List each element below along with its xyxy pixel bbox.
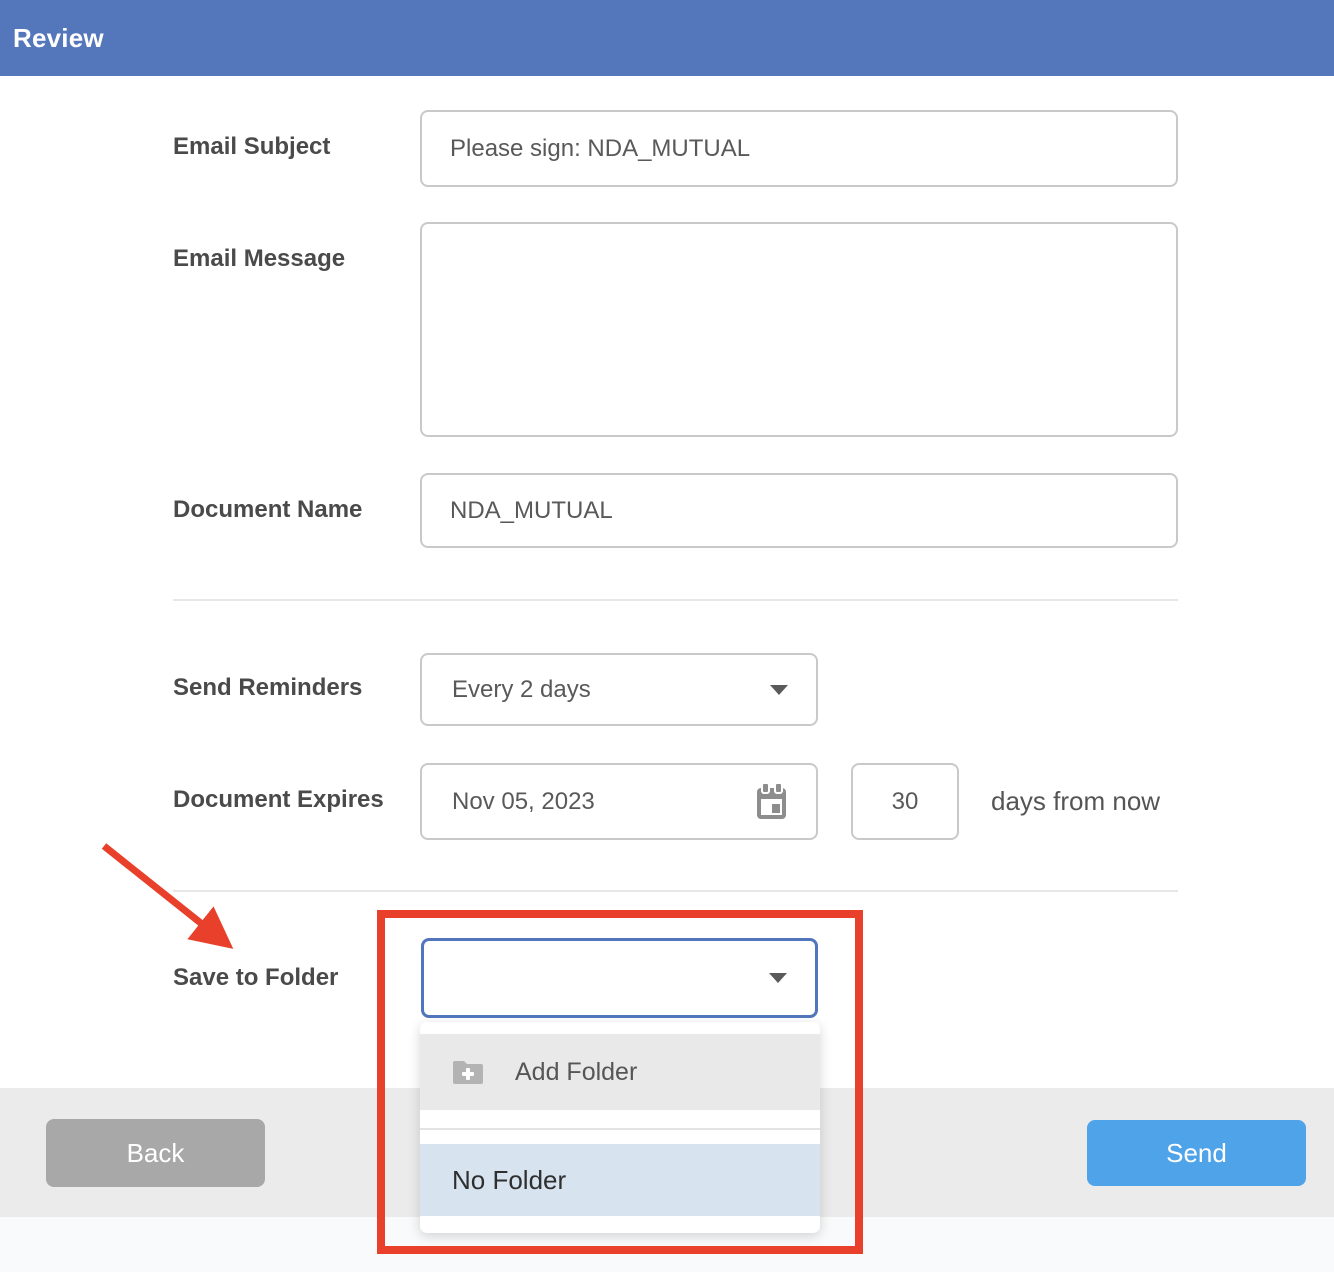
days-from-now-text: days from now (991, 786, 1160, 817)
email-message-textarea[interactable] (420, 222, 1178, 437)
dropdown-item-label: No Folder (452, 1165, 566, 1196)
chevron-down-icon (770, 685, 788, 695)
review-page: Review Email Subject Email Message Docum… (0, 0, 1334, 1272)
expire-date-value: Nov 05, 2023 (452, 788, 595, 816)
back-button[interactable]: Back (46, 1119, 265, 1187)
send-reminders-select[interactable]: Every 2 days (420, 653, 818, 726)
dropdown-item-label: Add Folder (515, 1058, 637, 1087)
folder-plus-icon (453, 1060, 483, 1084)
dropdown-spacer (420, 1130, 820, 1144)
section-divider (173, 599, 1178, 601)
email-subject-label: Email Subject (173, 133, 330, 161)
chevron-down-icon (769, 973, 787, 983)
document-name-label: Document Name (173, 496, 362, 524)
document-name-input[interactable] (420, 473, 1178, 548)
expire-date-picker[interactable]: Nov 05, 2023 (420, 763, 818, 840)
expire-days-input[interactable] (851, 763, 959, 840)
header-bar: Review (0, 0, 1334, 76)
annotation-arrow (95, 838, 255, 968)
send-button[interactable]: Send (1087, 1120, 1306, 1186)
save-to-folder-label: Save to Folder (173, 964, 338, 992)
document-expires-label: Document Expires (173, 786, 384, 814)
calendar-icon (756, 783, 788, 821)
dropdown-spacer (420, 1022, 820, 1034)
save-to-folder-select[interactable] (421, 938, 818, 1018)
dropdown-item-add-folder[interactable]: Add Folder (420, 1034, 820, 1110)
email-message-label: Email Message (173, 245, 345, 273)
email-subject-input[interactable] (420, 110, 1178, 187)
send-reminders-value: Every 2 days (452, 676, 591, 704)
section-divider (173, 890, 1178, 892)
folder-dropdown-panel: Add Folder No Folder (420, 1022, 820, 1233)
send-reminders-label: Send Reminders (173, 674, 362, 702)
page-title: Review (13, 23, 104, 54)
dropdown-item-no-folder[interactable]: No Folder (420, 1144, 820, 1216)
dropdown-spacer (420, 1110, 820, 1128)
